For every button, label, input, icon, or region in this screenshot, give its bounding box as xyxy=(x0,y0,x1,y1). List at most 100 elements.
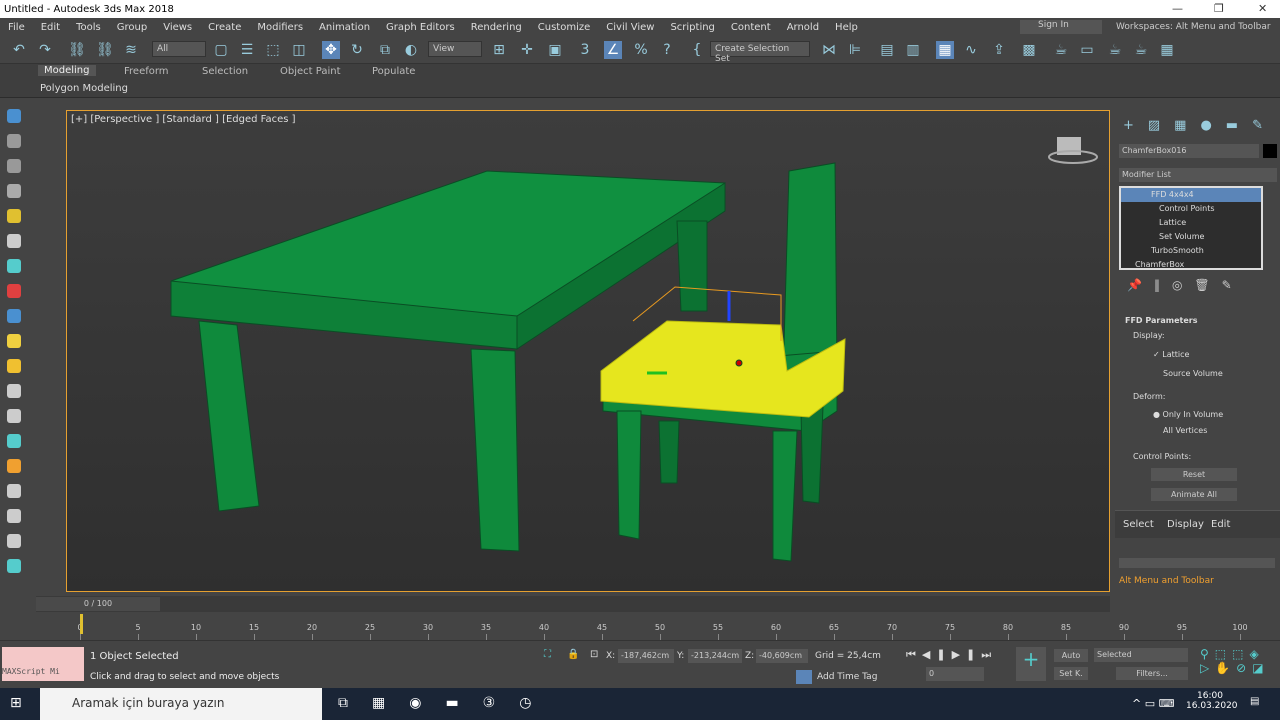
object-color-swatch[interactable] xyxy=(1263,144,1277,158)
ribbon-tab-selection[interactable]: Selection xyxy=(202,66,248,77)
mirror-icon[interactable]: ⋈ xyxy=(820,41,838,59)
menu-customize[interactable]: Customize xyxy=(530,22,599,33)
absolute-mode-icon[interactable]: ⊡ xyxy=(590,649,598,660)
undo-icon[interactable]: ↶ xyxy=(10,41,28,59)
window-crossing-icon[interactable]: ◫ xyxy=(290,41,308,59)
scene-explorer-icon[interactable]: ▤ xyxy=(878,41,896,59)
ribbon-tab-freeform[interactable]: Freeform xyxy=(124,66,169,77)
menu-edit[interactable]: Edit xyxy=(33,22,68,33)
minimize-button[interactable]: — xyxy=(1172,2,1183,15)
maxscript-listener[interactable]: MAXScript Mi xyxy=(2,647,84,681)
close-button[interactable]: ✕ xyxy=(1258,2,1267,15)
schematic-view-icon[interactable]: ⇪ xyxy=(990,41,1008,59)
horizontal-scrollbar[interactable] xyxy=(1119,558,1275,568)
layer-explorer-icon[interactable]: ▥ xyxy=(904,41,922,59)
source-volume-checkbox[interactable]: Source Volume xyxy=(1163,369,1223,378)
tool-icon-11[interactable] xyxy=(7,384,21,398)
scale-icon[interactable]: ⧉ xyxy=(376,41,394,59)
spinner-snap-icon[interactable]: ? xyxy=(658,41,676,59)
key-filter-dropdown[interactable]: Selected xyxy=(1094,648,1188,662)
select-move-icon[interactable]: ✥ xyxy=(322,41,340,59)
menu-civil-view[interactable]: Civil View xyxy=(598,22,662,33)
menu-graph-editors[interactable]: Graph Editors xyxy=(378,22,463,33)
render-iterative-icon[interactable]: ☕ xyxy=(1132,41,1150,59)
render-setup-icon[interactable]: ☕ xyxy=(1052,41,1070,59)
reset-button[interactable]: Reset xyxy=(1151,468,1237,481)
modifier-stack-item[interactable]: FFD 4x4x4 xyxy=(1121,188,1261,202)
ffd-parameters-rollout[interactable]: FFD Parameters xyxy=(1125,316,1197,325)
animate-all-button[interactable]: Animate All xyxy=(1151,488,1237,501)
menu-arnold[interactable]: Arnold xyxy=(779,22,827,33)
tool-icon-8[interactable] xyxy=(7,309,21,323)
tool-icon-7[interactable] xyxy=(7,284,21,298)
add-time-tag-button[interactable]: Add Time Tag xyxy=(817,672,877,682)
tool-icon-12[interactable] xyxy=(7,409,21,423)
tool-icon-3[interactable] xyxy=(7,184,21,198)
tool-icon-14[interactable] xyxy=(7,459,21,473)
perspective-viewport[interactable]: [+] [Perspective ] [Standard ] [Edged Fa… xyxy=(66,110,1110,592)
workspaces-dropdown[interactable]: Workspaces: Alt Menu and Toolbar xyxy=(1116,22,1271,32)
keyboard-shortcut-icon[interactable]: ▣ xyxy=(546,41,564,59)
align-icon[interactable]: ⊫ xyxy=(846,41,864,59)
current-frame-field[interactable]: 0 xyxy=(926,667,984,681)
modifier-stack-item[interactable]: Lattice xyxy=(1121,216,1261,230)
tool-icon-6[interactable] xyxy=(7,259,21,273)
percent-snap-icon[interactable]: % xyxy=(632,41,650,59)
angle-snap-icon[interactable]: ∠ xyxy=(604,41,622,59)
restore-button[interactable]: ❐ xyxy=(1214,2,1224,15)
rect-region-icon[interactable]: ⬚ xyxy=(264,41,282,59)
filters-button[interactable]: Filters... xyxy=(1116,667,1188,680)
snaps-toggle-icon[interactable]: 3 xyxy=(576,41,594,59)
menu-create[interactable]: Create xyxy=(200,22,249,33)
redo-icon[interactable]: ↷ xyxy=(36,41,54,59)
set-key-button[interactable]: Set K. xyxy=(1054,667,1088,680)
all-vertices-radio[interactable]: All Vertices xyxy=(1163,426,1207,435)
modifier-stack-item[interactable]: TurboSmooth xyxy=(1121,244,1261,258)
modifier-list-dropdown[interactable]: Modifier List xyxy=(1119,168,1277,182)
modifier-stack-item[interactable]: Control Points xyxy=(1121,202,1261,216)
menu-group[interactable]: Group xyxy=(109,22,155,33)
selection-filter-dropdown[interactable]: All xyxy=(152,41,206,57)
auto-key-button[interactable]: Auto xyxy=(1054,649,1088,662)
edit-named-sets-icon[interactable]: { xyxy=(688,41,706,59)
select-by-name-icon[interactable]: ☰ xyxy=(238,41,256,59)
tool-icon-2[interactable] xyxy=(7,159,21,173)
tool-icon-5[interactable] xyxy=(7,234,21,248)
menu-views[interactable]: Views xyxy=(155,22,200,33)
timeline-track[interactable]: 0510152025303540455055606570758085909510… xyxy=(36,614,1248,640)
rendered-frame-icon[interactable]: ▭ xyxy=(1078,41,1096,59)
clock[interactable]: 16:00 16.03.2020 xyxy=(1186,691,1238,711)
select-manipulate-icon[interactable]: ✛ xyxy=(518,41,536,59)
notifications-icon[interactable]: ▤ xyxy=(1250,696,1259,707)
modifier-stack-item[interactable]: ChamferBox xyxy=(1121,258,1261,272)
select-object-icon[interactable]: ▢ xyxy=(212,41,230,59)
link-icon[interactable]: ⛓ xyxy=(68,41,86,59)
viewport-nav-controls[interactable]: ⚲⬚⬚◈ ▷✋⊘◪ xyxy=(1200,647,1270,675)
menu-file[interactable]: File xyxy=(0,22,33,33)
new-key-icon[interactable]: + xyxy=(1016,647,1046,681)
tool-icon-9[interactable] xyxy=(7,334,21,348)
lattice-checkbox[interactable]: ✓ Lattice xyxy=(1153,350,1189,359)
menu-tools[interactable]: Tools xyxy=(68,22,109,33)
ribbon-tab-populate[interactable]: Populate xyxy=(372,66,415,77)
time-cursor[interactable] xyxy=(80,614,83,634)
curve-editor-icon[interactable]: ∿ xyxy=(962,41,980,59)
tool-icon-17[interactable] xyxy=(7,534,21,548)
menu-animation[interactable]: Animation xyxy=(311,22,378,33)
placement-icon[interactable]: ◐ xyxy=(402,41,420,59)
modifier-stack-item[interactable]: Set Volume xyxy=(1121,230,1261,244)
render-production-icon[interactable]: ☕ xyxy=(1106,41,1124,59)
time-tag-icon[interactable] xyxy=(796,670,812,684)
bind-spacewarp-icon[interactable]: ≋ xyxy=(122,41,140,59)
tool-icon-15[interactable] xyxy=(7,484,21,498)
render-online-icon[interactable]: ▦ xyxy=(1158,41,1176,59)
tool-icon-13[interactable] xyxy=(7,434,21,448)
time-slider[interactable]: 0 / 100 xyxy=(36,596,1110,612)
panel-tab-display[interactable]: Display xyxy=(1167,519,1204,530)
rotate-icon[interactable]: ↻ xyxy=(348,41,366,59)
taskbar-apps[interactable]: ⧉▦◉▬③◷ xyxy=(338,695,555,711)
menu-scripting[interactable]: Scripting xyxy=(662,22,722,33)
panel-tab-select[interactable]: Select xyxy=(1123,519,1154,530)
tool-icon-4[interactable] xyxy=(7,209,21,223)
modifier-stack[interactable]: FFD 4x4x4 Control Points Lattice Set Volume… xyxy=(1119,186,1263,270)
